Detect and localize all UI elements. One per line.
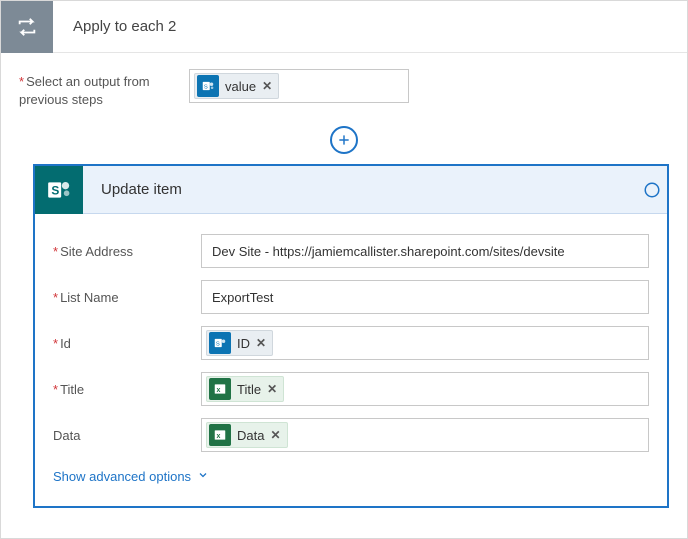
site-address-input[interactable] [201, 234, 649, 268]
token-data[interactable]: x Data ✕ [206, 422, 288, 448]
token-label: Data [237, 428, 264, 443]
update-item-title: Update item [83, 181, 637, 198]
token-label: value [225, 79, 256, 94]
required-asterisk: * [19, 74, 24, 89]
apply-to-each-card: Apply to each 2 *Select an output from p… [0, 0, 688, 539]
svg-text:S: S [51, 183, 59, 197]
sharepoint-icon: S [197, 75, 219, 97]
field-list-name: *List Name [35, 274, 667, 320]
site-address-label: *Site Address [53, 244, 201, 259]
add-step-button[interactable] [330, 126, 358, 154]
field-id: *Id S ID ✕ [35, 320, 667, 366]
data-label: Data [53, 428, 201, 443]
remove-icon[interactable]: ✕ [267, 382, 277, 396]
field-title: *Title x Title ✕ [35, 366, 667, 412]
token-id[interactable]: S ID ✕ [206, 330, 273, 356]
data-input[interactable]: x Data ✕ [201, 418, 649, 452]
list-name-label: *List Name [53, 290, 201, 305]
svg-text:S: S [216, 341, 220, 347]
token-value[interactable]: S value ✕ [194, 73, 279, 99]
select-output-row: *Select an output from previous steps S … [19, 69, 669, 108]
required-asterisk: * [53, 382, 58, 397]
remove-icon[interactable]: ✕ [262, 79, 272, 93]
id-input[interactable]: S ID ✕ [201, 326, 649, 360]
required-asterisk: * [53, 290, 58, 305]
remove-icon[interactable]: ✕ [270, 428, 280, 442]
excel-icon: x [209, 378, 231, 400]
show-advanced-options-link[interactable]: Show advanced options [53, 469, 209, 484]
update-item-body: *Site Address *List Name [35, 214, 667, 506]
add-step-row [19, 126, 669, 154]
svg-text:x: x [217, 387, 221, 394]
apply-to-each-title: Apply to each 2 [53, 18, 176, 35]
token-label: ID [237, 336, 250, 351]
required-asterisk: * [53, 336, 58, 351]
sharepoint-icon: S [35, 166, 83, 214]
apply-to-each-body: *Select an output from previous steps S … [1, 53, 687, 538]
field-data: Data x Data ✕ [35, 412, 667, 458]
svg-text:x: x [217, 433, 221, 440]
chevron-down-icon [197, 469, 209, 484]
excel-icon: x [209, 424, 231, 446]
update-item-card: S Update item *Site Address [33, 164, 669, 508]
list-name-input[interactable] [201, 280, 649, 314]
nested-action-region: S Update item *Site Address [19, 164, 669, 530]
id-label: *Id [53, 336, 201, 351]
select-output-field[interactable]: S value ✕ [189, 69, 409, 103]
title-input[interactable]: x Title ✕ [201, 372, 649, 406]
svg-text:S: S [204, 84, 208, 90]
token-title[interactable]: x Title ✕ [206, 376, 284, 402]
remove-icon[interactable]: ✕ [256, 336, 266, 350]
advanced-options-row: Show advanced options [35, 458, 667, 496]
update-item-header[interactable]: S Update item [35, 166, 667, 214]
select-output-label: *Select an output from previous steps [19, 69, 189, 108]
loop-icon [1, 1, 53, 53]
sharepoint-icon: S [209, 332, 231, 354]
field-site-address: *Site Address [35, 228, 667, 274]
required-asterisk: * [53, 244, 58, 259]
token-label: Title [237, 382, 261, 397]
title-label: *Title [53, 382, 201, 397]
info-icon[interactable] [637, 181, 667, 199]
apply-to-each-header[interactable]: Apply to each 2 [1, 1, 687, 53]
